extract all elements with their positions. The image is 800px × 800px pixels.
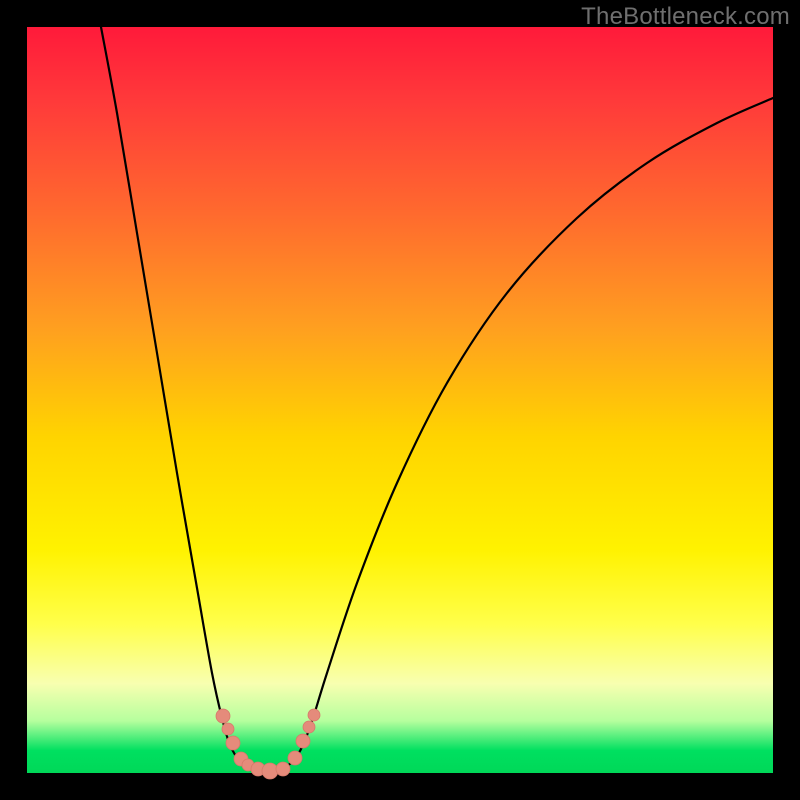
curve-marker bbox=[296, 734, 310, 748]
curve-marker bbox=[222, 723, 234, 735]
curve-svg bbox=[27, 27, 773, 773]
chart-frame: TheBottleneck.com bbox=[0, 0, 800, 800]
plot-area bbox=[27, 27, 773, 773]
curve-marker bbox=[216, 709, 230, 723]
curve-marker bbox=[303, 721, 315, 733]
curve-marker bbox=[262, 763, 278, 779]
curve-markers bbox=[216, 709, 320, 779]
bottleneck-curve bbox=[101, 27, 773, 771]
curve-marker bbox=[276, 762, 290, 776]
curve-marker bbox=[226, 736, 240, 750]
curve-marker bbox=[288, 751, 302, 765]
curve-marker bbox=[308, 709, 320, 721]
